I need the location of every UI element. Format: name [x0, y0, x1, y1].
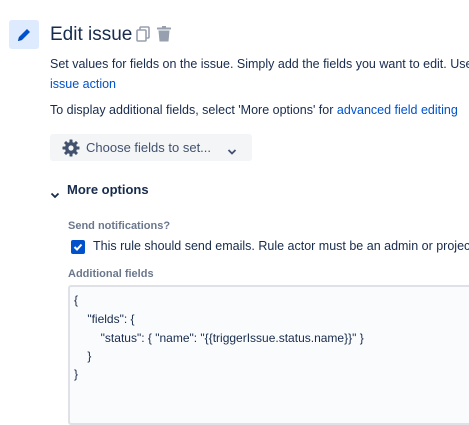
code-line: "fields": { [74, 312, 135, 326]
send-emails-checkbox[interactable] [71, 240, 85, 254]
page-title: Edit issue [50, 24, 133, 45]
chevron-down-icon [227, 143, 237, 161]
gear-icon [62, 139, 80, 162]
copy-icon[interactable] [136, 26, 150, 47]
send-emails-label: This rule should send emails. Rule actor… [93, 239, 469, 253]
more-options-label: More options [67, 182, 149, 197]
additional-fields-label: Additional fields [68, 268, 154, 280]
send-notifications-label: Send notifications? [68, 220, 171, 232]
code-line: } [74, 367, 79, 381]
action-type-icon [9, 20, 39, 49]
advanced-field-editing-link[interactable]: advanced field editing [337, 103, 458, 117]
advanced-fields-prefix: To display additional fields, select 'Mo… [50, 103, 337, 117]
choose-fields-button[interactable]: Choose fields to set... [50, 134, 252, 161]
check-icon [73, 243, 83, 251]
pencil-icon [18, 28, 30, 41]
code-line: "status": { "name": "{{triggerIssue.stat… [74, 331, 364, 345]
additional-fields-editor[interactable]: { "fields": { "status": { "name": "{{tri… [68, 285, 469, 425]
code-line: { [74, 293, 79, 307]
advanced-fields-text: To display additional fields, select 'Mo… [50, 103, 469, 117]
issue-action-link[interactable]: issue action [50, 77, 116, 91]
choose-fields-label: Choose fields to set... [86, 140, 212, 155]
description-text: Set values for fields on the issue. Simp… [50, 57, 469, 71]
trash-icon[interactable] [157, 26, 171, 47]
chevron-down-icon [50, 187, 60, 205]
code-line: } [74, 349, 92, 363]
